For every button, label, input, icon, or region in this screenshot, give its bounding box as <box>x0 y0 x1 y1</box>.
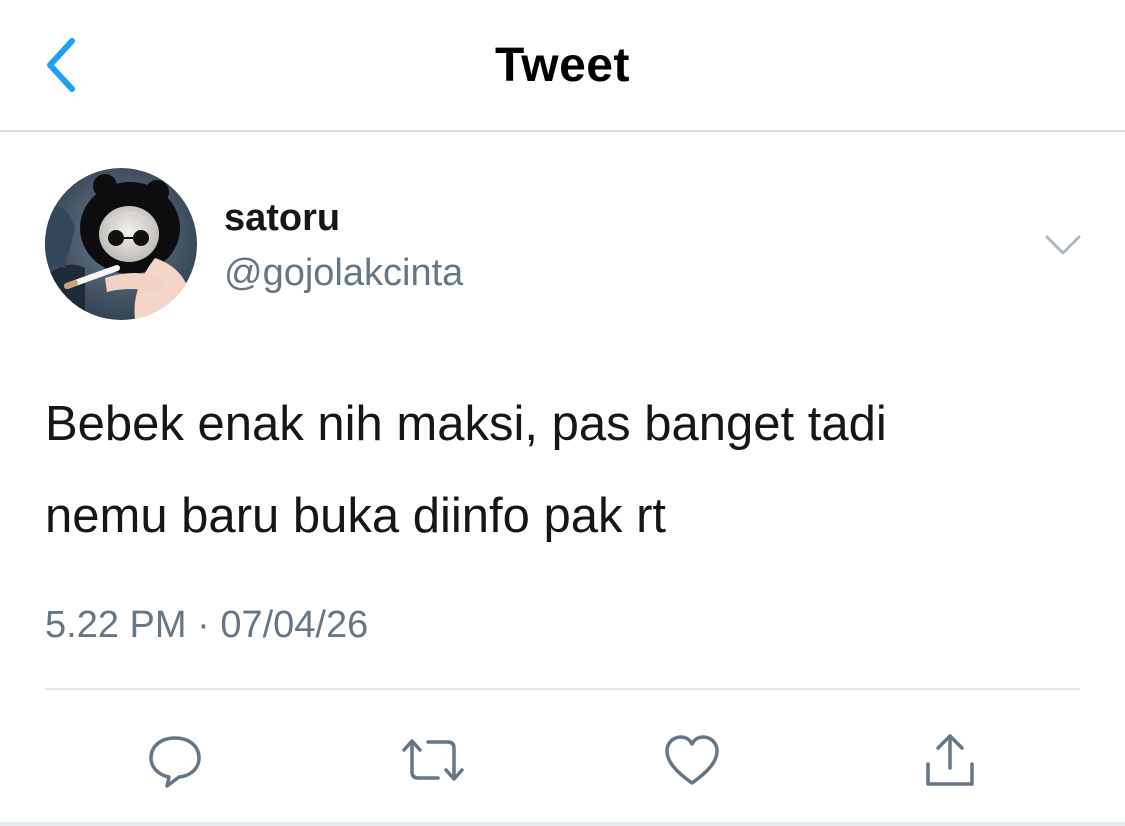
reply-button[interactable] <box>135 720 215 800</box>
retweet-button[interactable] <box>393 720 473 800</box>
tweet-text: Bebek enak nih maksi, pas banget tadi ne… <box>45 397 887 543</box>
divider <box>45 688 1080 690</box>
timestamp-separator: · <box>197 604 210 646</box>
like-button[interactable] <box>652 720 732 800</box>
avatar[interactable] <box>45 168 197 320</box>
author-handle[interactable]: @gojolakcinta <box>224 252 463 295</box>
share-icon <box>926 734 974 786</box>
share-button[interactable] <box>910 720 990 800</box>
page-title: Tweet <box>495 39 630 92</box>
more-options-button[interactable] <box>1038 225 1088 265</box>
tweet-time: 5.22 PM <box>45 604 187 646</box>
retweet-icon <box>402 739 464 781</box>
bottom-edge <box>0 822 1125 826</box>
tweet-date: 07/04/26 <box>220 604 369 646</box>
author-display-name[interactable]: satoru <box>224 197 340 240</box>
navigation-bar: Tweet <box>0 0 1125 132</box>
avatar-image <box>45 168 197 320</box>
tweet-action-bar <box>0 720 1125 800</box>
chevron-down-icon <box>1045 235 1081 255</box>
like-icon <box>665 735 719 785</box>
tweet-timestamp: 5.22 PM · 07/04/26 <box>45 604 368 647</box>
reply-icon <box>149 736 201 788</box>
